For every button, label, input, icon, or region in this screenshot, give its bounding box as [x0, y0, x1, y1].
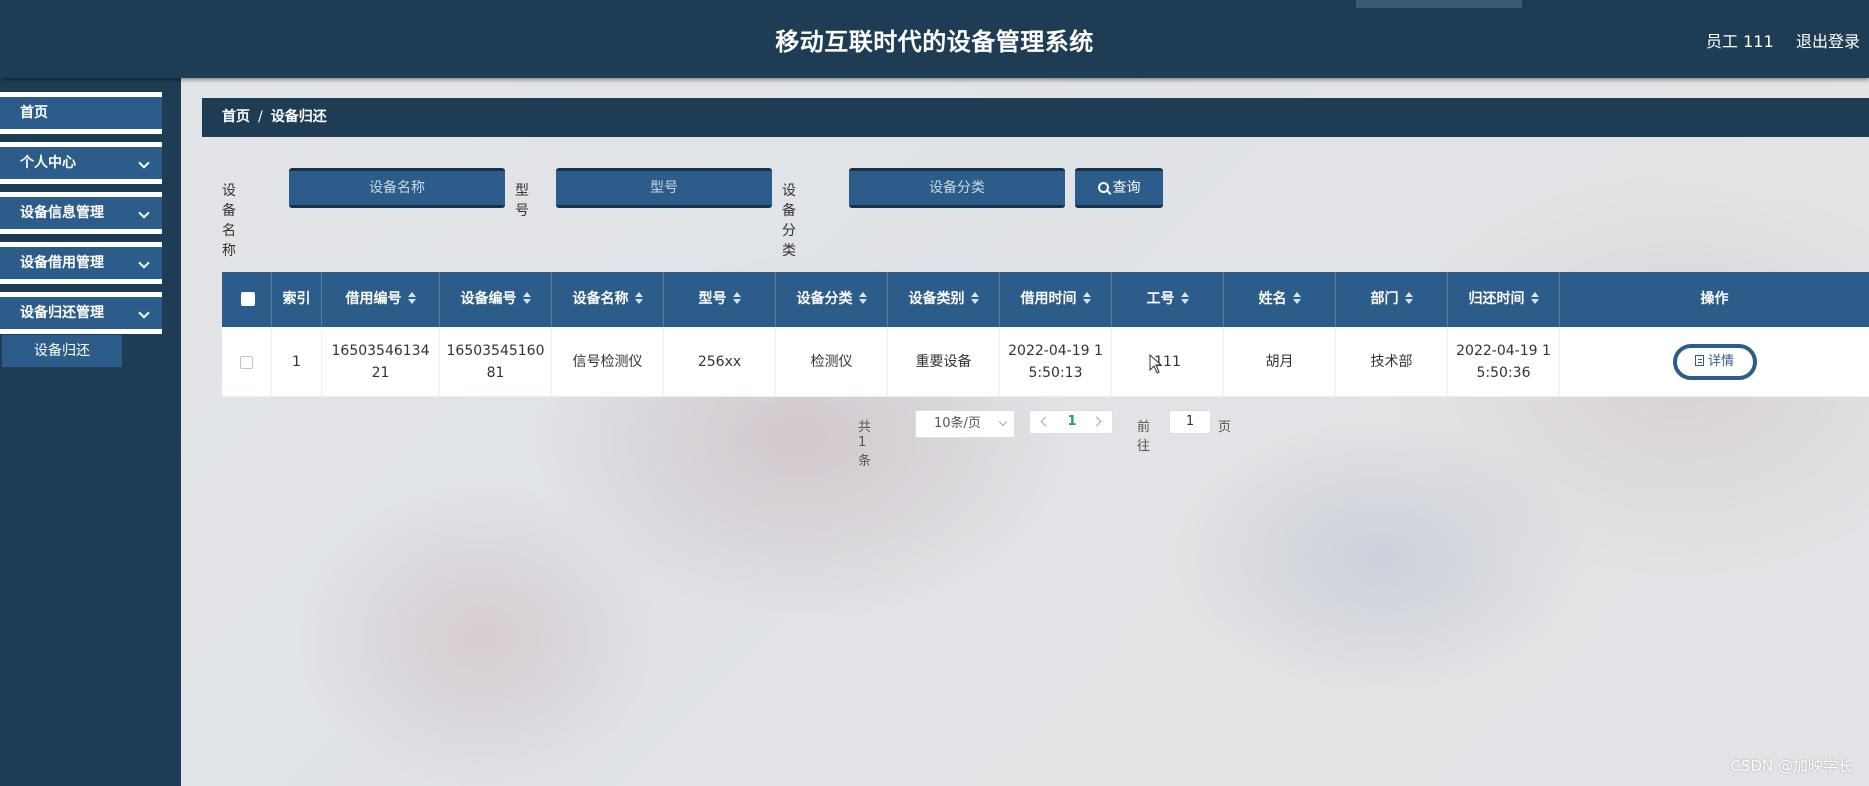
page-suffix-label: 页 [1218, 420, 1232, 435]
sort-icon[interactable] [1404, 292, 1413, 304]
sidebar-item-label: 设备信息管理 [20, 205, 104, 221]
detail-button[interactable]: 详情 [1672, 344, 1757, 380]
page-size-value: 10条/页 [934, 416, 981, 431]
column-header-name[interactable]: 姓名 [1224, 272, 1336, 327]
sort-icon[interactable] [407, 292, 416, 304]
sort-icon[interactable] [634, 292, 643, 304]
sort-icon[interactable] [1292, 292, 1301, 304]
column-header-dept[interactable]: 部门 [1336, 272, 1448, 327]
sidebar-item-label: 首页 [20, 105, 48, 121]
detail-button-label: 详情 [1707, 354, 1734, 369]
device-name-input[interactable] [289, 168, 505, 208]
cell-dept: 技术部 [1336, 327, 1448, 397]
submenu-item-device-return[interactable]: 设备归还 [2, 335, 122, 367]
sort-icon[interactable] [858, 292, 867, 304]
sort-icon[interactable] [732, 292, 741, 304]
chevron-down-icon [138, 207, 150, 219]
cell-device-name: 信号检测仪 [552, 327, 664, 397]
model-input[interactable] [556, 168, 772, 208]
header-select-all-cell [222, 272, 272, 327]
sort-icon[interactable] [1530, 292, 1539, 304]
current-user: 员工 111 [1706, 32, 1774, 51]
chevron-down-icon [138, 257, 150, 269]
column-header-index: 索引 [272, 272, 322, 327]
column-header-action: 操作 [1700, 291, 1729, 307]
cell-action: 详情 [1560, 327, 1869, 397]
breadcrumb-current: 设备归还 [270, 109, 327, 125]
sort-icon[interactable] [522, 292, 531, 304]
search-icon [1097, 182, 1109, 193]
page-size-select[interactable]: 10条/页 [915, 410, 1015, 438]
breadcrumb: 首页 / 设备归还 [202, 98, 1869, 137]
column-header-type[interactable]: 设备类别 [888, 272, 1000, 327]
cell-return-time: 2022-04-19 15:50:36 [1448, 327, 1560, 397]
column-header-return-time[interactable]: 归还时间 [1448, 272, 1560, 327]
column-header-category[interactable]: 设备分类 [776, 272, 888, 327]
sidebar-item-label: 设备借用管理 [20, 255, 104, 271]
cell-device-no: 1650354516081 [440, 327, 552, 397]
header-accent-bar [1356, 0, 1522, 8]
cell-category: 检测仪 [776, 327, 888, 397]
select-all-checkbox[interactable] [241, 292, 255, 306]
category-label: 设备分类 [782, 183, 796, 259]
query-button[interactable]: 查询 [1075, 168, 1163, 208]
cell-borrow-no: 1650354613421 [322, 327, 440, 397]
chevron-down-icon [138, 307, 150, 319]
sidebar-item-label: 个人中心 [20, 155, 76, 171]
column-header-device-name[interactable]: 设备名称 [552, 272, 664, 327]
column-header-model[interactable]: 型号 [664, 272, 776, 327]
category-input[interactable] [849, 168, 1065, 208]
goto-label: 前往 [1137, 420, 1151, 454]
page-navigator: 1 [1029, 410, 1113, 434]
goto-page-input[interactable]: 1 [1169, 410, 1211, 434]
column-header-device-no[interactable]: 设备编号 [440, 272, 552, 327]
device-name-label: 设备名称 [222, 183, 236, 259]
document-icon [1694, 355, 1704, 366]
top-header: 移动互联时代的设备管理系统 员工 111 退出登录 [0, 0, 1869, 78]
sort-icon[interactable] [1180, 292, 1189, 304]
breadcrumb-separator: / [258, 109, 263, 125]
sidebar-item-device-borrow[interactable]: 设备借用管理 [0, 242, 162, 284]
chevron-down-icon [998, 417, 1008, 427]
table-header: 索引 借用编号 设备编号 设备名称 型号 设备分类 设备类别 借用时间 工号 姓… [222, 272, 1869, 327]
sidebar-item-device-info[interactable]: 设备信息管理 [0, 192, 162, 234]
main-content: 首页 / 设备归还 设备名称 型号 设备分类 查询 索引 借用编号 设备编号 设备名… [181, 78, 1869, 786]
logout-link[interactable]: 退出登录 [1796, 28, 1860, 52]
cell-name: 胡月 [1224, 327, 1336, 397]
query-button-label: 查询 [1112, 180, 1141, 196]
cell-job-no: 111 [1112, 327, 1224, 397]
chevron-down-icon [138, 157, 150, 169]
cell-model: 256xx [664, 327, 776, 397]
sidebar-item-device-return[interactable]: 设备归还管理 [0, 292, 162, 334]
cell-index: 1 [272, 327, 322, 397]
pagination-total: 共 1 条 [858, 420, 872, 469]
row-checkbox[interactable] [240, 355, 253, 369]
table-row: 1 1650354613421 1650354516081 信号检测仪 256x… [222, 327, 1869, 397]
sort-icon[interactable] [970, 292, 979, 304]
cell-borrow-time: 2022-04-19 15:50:13 [1000, 327, 1112, 397]
sidebar-item-home[interactable]: 首页 [0, 92, 162, 134]
column-header-job-no[interactable]: 工号 [1112, 272, 1224, 327]
watermark: CSDN @加映学长 [1730, 757, 1853, 775]
sidebar: 首页 个人中心 设备信息管理 设备借用管理 设备归还管理 设备归还 [0, 78, 181, 786]
column-header-borrow-no[interactable]: 借用编号 [322, 272, 440, 327]
app-title: 移动互联时代的设备管理系统 [775, 28, 1094, 56]
column-header-borrow-time[interactable]: 借用时间 [1000, 272, 1112, 327]
breadcrumb-home[interactable]: 首页 [222, 109, 250, 125]
sidebar-item-personal-center[interactable]: 个人中心 [0, 142, 162, 184]
sidebar-item-label: 设备归还管理 [20, 305, 104, 321]
model-label: 型号 [515, 183, 529, 219]
row-select-cell [222, 327, 272, 397]
sort-icon[interactable] [1082, 292, 1091, 304]
cell-type: 重要设备 [888, 327, 1000, 397]
